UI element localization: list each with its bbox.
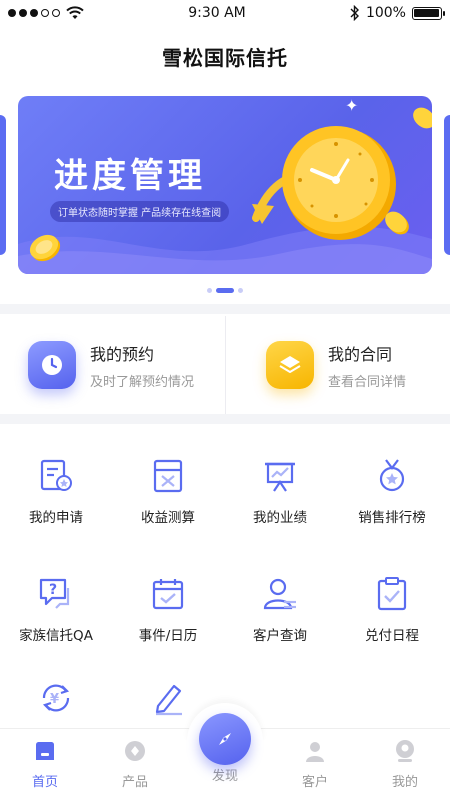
- grid-label: 兑付日程: [365, 628, 419, 644]
- grid-label: 我的申请: [29, 510, 83, 526]
- grid-label: 家族信托QA: [19, 628, 93, 644]
- status-left: [8, 6, 84, 20]
- compass-icon: [219, 733, 231, 745]
- layers-icon: [266, 341, 314, 389]
- banner-next-peek[interactable]: [444, 115, 450, 255]
- application-icon: [36, 456, 76, 496]
- calendar-icon: [148, 574, 188, 614]
- pager-dot: [207, 288, 212, 293]
- customer-icon: [306, 742, 324, 762]
- bluetooth-icon: [350, 5, 359, 21]
- signal-strength-icon: [8, 9, 60, 17]
- tab-label: 客户: [301, 775, 328, 790]
- appointment-card[interactable]: 我的预约 及时了解预约情况: [0, 316, 225, 414]
- grid-item-profit-calc[interactable]: 收益测算: [112, 456, 224, 526]
- tab-label: 首页: [31, 775, 58, 790]
- tab-label: 发现: [211, 769, 238, 784]
- grid-label: 收益测算: [141, 510, 195, 526]
- page-title: 雪松国际信托: [162, 46, 288, 70]
- pencil-icon: [148, 678, 188, 718]
- clipboard-check-icon: [372, 574, 412, 614]
- tab-label: 产品: [121, 775, 148, 790]
- grid-label: 客户查询: [253, 628, 307, 644]
- grid-item-payout-schedule[interactable]: 兑付日程: [336, 574, 448, 644]
- banner-clock-illustration: ✦: [248, 96, 432, 274]
- contract-title: 我的合同: [328, 344, 393, 364]
- tab-customer[interactable]: 客户: [270, 739, 360, 790]
- user-search-icon: [260, 574, 300, 614]
- status-bar: 9:30 AM 100%: [0, 0, 450, 26]
- grid-item-yuan-refresh[interactable]: ¥: [0, 678, 112, 728]
- grid-label: 销售排行榜: [358, 510, 426, 526]
- status-right: 100%: [350, 5, 445, 21]
- section-divider: [0, 304, 450, 314]
- banner-title: 进度管理: [54, 156, 206, 196]
- clock-coin-icon: [252, 107, 432, 240]
- quick-cards: 我的预约 及时了解预约情况 我的合同 查看合同详情: [0, 316, 450, 414]
- svg-text:?: ?: [49, 582, 57, 598]
- grid-item-my-performance[interactable]: 我的业绩: [224, 456, 336, 526]
- battery-level-fill: [414, 9, 440, 17]
- battery-percent: 100%: [365, 5, 406, 21]
- grid-item-events-calendar[interactable]: 事件/日历: [112, 574, 224, 644]
- home-icon: [36, 742, 54, 760]
- grid-label: 事件/日历: [138, 628, 198, 644]
- banner-slide[interactable]: 进度管理 订单状态随时掌握 产品续存在线查阅 ✦: [18, 96, 432, 274]
- tab-home[interactable]: 首页: [0, 739, 90, 790]
- clock-icon: [28, 341, 76, 389]
- wifi-icon: [66, 6, 84, 19]
- sparkle-icon: ✦: [345, 96, 359, 115]
- contract-card[interactable]: 我的合同 查看合同详情: [225, 316, 450, 414]
- appointment-subtitle: 及时了解预约情况: [90, 374, 195, 390]
- grid-item-sales-ranking[interactable]: 销售排行榜: [336, 456, 448, 526]
- banner-pager: [0, 288, 450, 293]
- contract-subtitle: 查看合同详情: [328, 374, 407, 390]
- tab-label: 我的: [391, 775, 418, 790]
- section-divider: [0, 414, 450, 424]
- svg-text:¥: ¥: [50, 692, 59, 707]
- tab-profile[interactable]: 我的: [360, 739, 450, 790]
- profile-icon: [396, 740, 414, 762]
- discover-button[interactable]: [199, 713, 251, 765]
- calculator-icon: [148, 456, 188, 496]
- presentation-chart-icon: [260, 456, 300, 496]
- banner-prev-peek[interactable]: [0, 115, 6, 255]
- grid-item-customer-query[interactable]: 客户查询: [224, 574, 336, 644]
- product-icon: [125, 741, 145, 761]
- battery-icon: [411, 6, 445, 20]
- appointment-title: 我的预约: [90, 344, 155, 364]
- status-time: 9:30 AM: [188, 5, 246, 21]
- tab-product[interactable]: 产品: [90, 739, 180, 790]
- question-chat-icon: ?: [36, 574, 76, 614]
- banner-subtitle: 订单状态随时掌握 产品续存在线查阅: [50, 201, 230, 222]
- medal-icon: [372, 456, 412, 496]
- grid-label: 我的业绩: [253, 510, 307, 526]
- grid-item-my-application[interactable]: 我的申请: [0, 456, 112, 526]
- pager-dot: [238, 288, 243, 293]
- pager-dot-active: [216, 288, 234, 293]
- coin-icon: [29, 234, 61, 262]
- tab-discover[interactable]: 发现: [180, 765, 270, 784]
- grid-item-family-trust-qa[interactable]: ? 家族信托QA: [0, 574, 112, 644]
- yuan-refresh-icon: ¥: [36, 678, 76, 718]
